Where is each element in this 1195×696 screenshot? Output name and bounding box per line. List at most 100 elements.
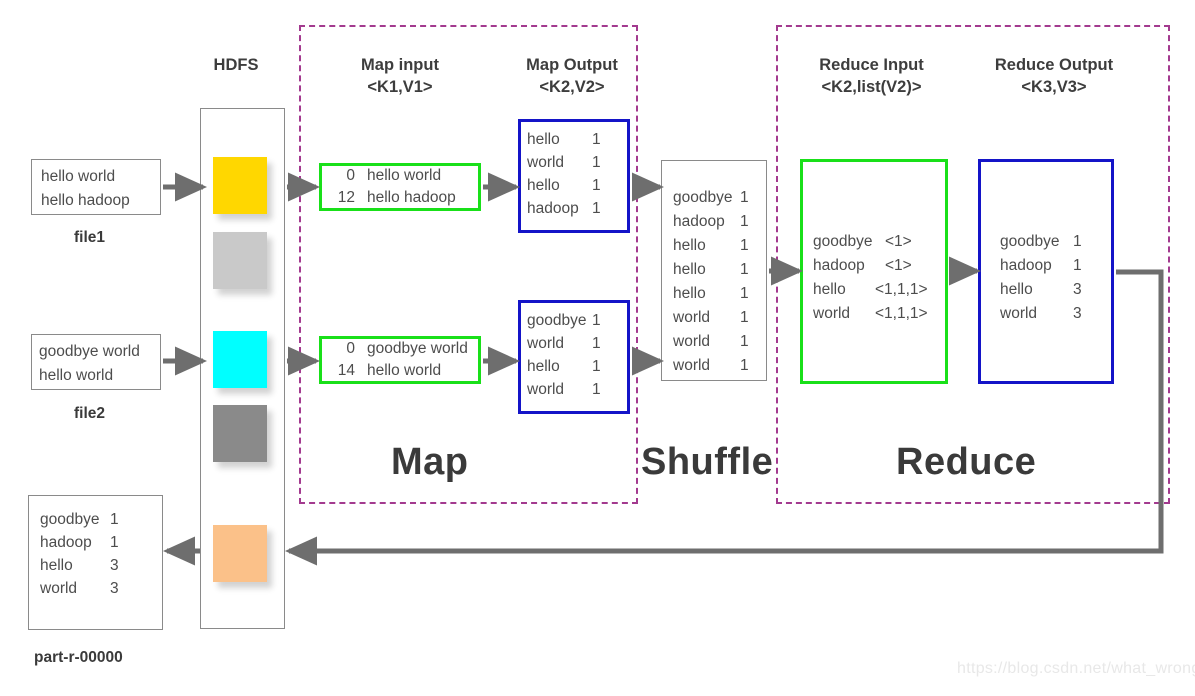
list-item: goodbye 1 <box>673 186 749 210</box>
map-output-value-1-0: 1 <box>592 131 601 148</box>
list-item: hadoop 1 <box>527 197 601 220</box>
list-item: hello 1 <box>527 355 601 378</box>
result-file-rows: goodbye 1 hadoop 1 hello 3 world 3 <box>40 508 119 600</box>
shuffle-value-4: 1 <box>740 285 749 302</box>
result-file-key-3: world <box>40 580 78 597</box>
reduce-input-header-line2: <K2,list(V2)> <box>821 78 922 97</box>
map-output-value-2-1: 1 <box>592 335 601 352</box>
reduce-phase-label: Reduce <box>896 441 1037 483</box>
map-input-offset-1-0: 0 <box>346 167 355 184</box>
map-output-value-2-3: 1 <box>592 381 601 398</box>
map-input-header: Map input <K1,V1> <box>320 54 480 99</box>
map-output-key-2-0: goodbye <box>527 312 587 329</box>
shuffle-key-2: hello <box>673 237 706 254</box>
input-file1-line1: hello world <box>41 168 116 185</box>
watermark-text: https://blog.csdn.net/what_wrong <box>957 660 1195 677</box>
hdfs-block-3 <box>213 405 267 462</box>
list-item: goodbye 1 <box>40 508 119 531</box>
list-item: 0 hello world <box>327 165 456 187</box>
hdfs-block-4 <box>213 525 267 582</box>
input-file1-label: file1 <box>74 229 106 246</box>
reduce-output-header: Reduce Output <K3,V3> <box>968 54 1140 99</box>
map-input-offset-2-0: 0 <box>346 340 355 357</box>
map-input-text-1-0: hello world <box>367 167 442 184</box>
map-output-key-2-1: world <box>527 335 565 352</box>
shuffle-value-6: 1 <box>740 333 749 350</box>
shuffle-key-0: goodbye <box>673 189 733 206</box>
map-input-offset-2-1: 14 <box>337 362 355 379</box>
list-item: hadoop 1 <box>40 531 119 554</box>
hdfs-header: HDFS <box>213 56 259 74</box>
result-file-label: part-r-00000 <box>34 649 123 666</box>
list-item: world 1 <box>527 332 601 355</box>
reduce-output-value-2: 3 <box>1073 281 1082 298</box>
result-file-value-0: 1 <box>110 511 119 528</box>
result-file-value-2: 3 <box>110 557 119 574</box>
list-item: goodbye 1 <box>1000 230 1082 254</box>
list-item: goodbye 1 <box>527 309 601 332</box>
map-output-value-1-1: 1 <box>592 154 601 171</box>
reduce-output-rows: goodbye 1 hadoop 1 hello 3 world 3 <box>1000 230 1082 326</box>
shuffle-key-5: world <box>673 309 711 326</box>
hdfs-block-1 <box>213 232 267 289</box>
map-input-rows-2: 0 goodbye world 14 hello world <box>327 338 468 382</box>
reduce-output-key-3: world <box>1000 305 1038 322</box>
list-item: hadoop 1 <box>1000 254 1082 278</box>
reduce-output-header-line1: Reduce Output <box>994 56 1114 74</box>
result-file-value-3: 3 <box>110 580 119 597</box>
map-output-value-2-2: 1 <box>592 358 601 375</box>
map-output-key-2-3: world <box>527 381 565 398</box>
list-item: hello 1 <box>527 128 601 151</box>
shuffle-key-3: hello <box>673 261 706 278</box>
list-item: world 1 <box>673 306 749 330</box>
diagram-canvas: Map Shuffle Reduce HDFS Map input <K1,V1… <box>0 0 1195 696</box>
reduce-input-key-0: goodbye <box>813 233 873 250</box>
shuffle-key-7: world <box>673 357 711 374</box>
map-input-rows-1: 0 hello world 12 hello hadoop <box>327 165 456 209</box>
map-output-value-1-3: 1 <box>592 200 601 217</box>
list-item: 0 goodbye world <box>327 338 467 360</box>
map-output-rows-2: goodbye 1 world 1 hello 1 world 1 <box>527 309 601 401</box>
shuffle-value-7: 1 <box>740 357 749 374</box>
list-item: world 1 <box>673 354 749 378</box>
list-item: hello 3 <box>1000 278 1082 302</box>
list-item: hello 1 <box>527 174 601 197</box>
reduce-output-value-1: 1 <box>1073 257 1082 274</box>
input-file2-line2: hello world <box>39 367 114 384</box>
reduce-input-header: Reduce Input <K2,list(V2)> <box>789 54 954 99</box>
shuffle-key-1: hadoop <box>673 213 725 230</box>
reduce-input-value-0: <1> <box>885 233 912 250</box>
input-file2-label: file2 <box>74 405 106 422</box>
list-item: hello 1 <box>673 282 749 306</box>
hdfs-block-2 <box>213 331 267 388</box>
list-item: world 3 <box>40 577 119 600</box>
list-item: world 1 <box>673 330 749 354</box>
reduce-output-value-0: 1 <box>1073 233 1082 250</box>
reduce-input-value-3: <1,1,1> <box>875 305 928 322</box>
result-file-value-1: 1 <box>110 534 119 551</box>
list-item: hello <1,1,1> <box>813 278 928 302</box>
input-file2-text: goodbye world hello world <box>39 340 140 388</box>
list-item: hello 1 <box>673 234 749 258</box>
input-file1-line2: hello hadoop <box>41 192 130 209</box>
map-output-value-2-0: 1 <box>592 312 601 329</box>
map-output-key-1-0: hello <box>527 131 560 148</box>
list-item: hadoop <1> <box>813 254 928 278</box>
shuffle-value-1: 1 <box>740 213 749 230</box>
list-item: world 3 <box>1000 302 1082 326</box>
reduce-input-value-1: <1> <box>885 257 912 274</box>
list-item: hello 1 <box>673 258 749 282</box>
reduce-output-value-3: 3 <box>1073 305 1082 322</box>
reduce-input-key-3: world <box>813 305 851 322</box>
reduce-output-header-line2: <K3,V3> <box>1021 78 1087 97</box>
map-input-text-2-1: hello world <box>367 362 442 379</box>
reduce-input-key-1: hadoop <box>813 257 865 274</box>
shuffle-key-4: hello <box>673 285 706 302</box>
input-file1-text: hello world hello hadoop <box>41 165 130 213</box>
shuffle-rows: goodbye 1 hadoop 1 hello 1 hello 1 hello 1 wo… <box>673 186 749 378</box>
reduce-output-key-0: goodbye <box>1000 233 1060 250</box>
map-input-header-line2: <K1,V1> <box>367 78 433 97</box>
map-input-offset-1-1: 12 <box>337 189 355 206</box>
map-output-header: Map Output <K2,V2> <box>492 54 652 99</box>
reduce-output-key-2: hello <box>1000 281 1033 298</box>
